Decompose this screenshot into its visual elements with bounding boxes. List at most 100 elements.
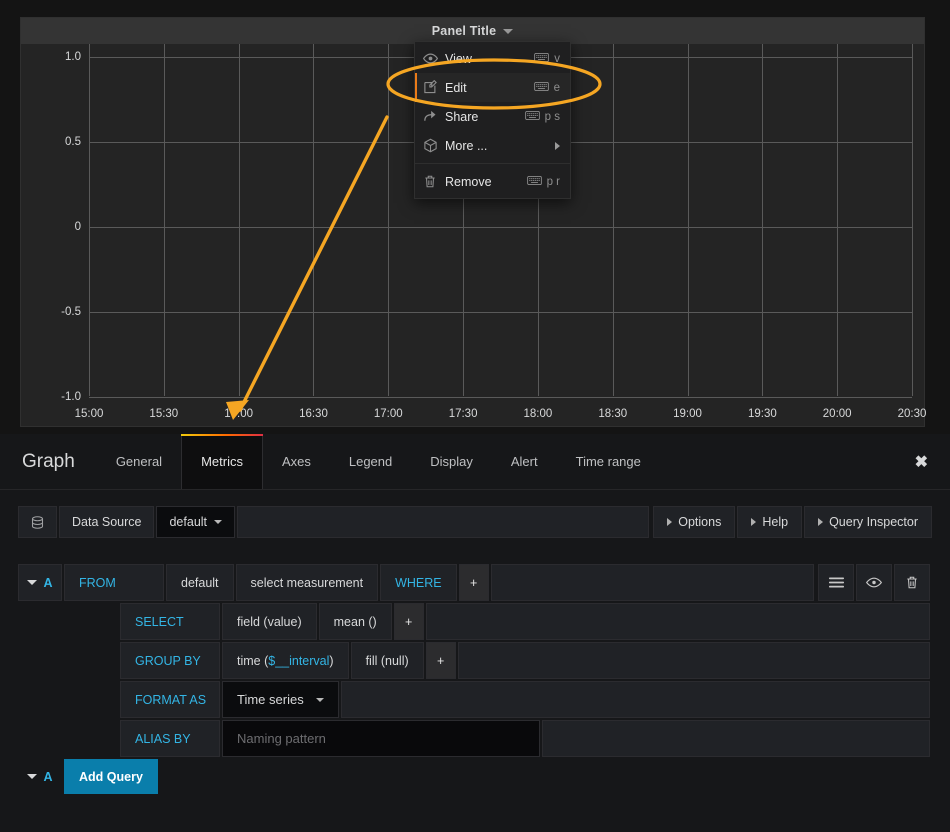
- x-tick: 19:00: [673, 408, 702, 420]
- query-inspector-button[interactable]: Query Inspector: [804, 506, 932, 538]
- trash-icon: [423, 174, 445, 189]
- panel-title-menu-trigger[interactable]: Panel Title: [432, 24, 514, 38]
- eye-icon[interactable]: [856, 564, 892, 601]
- menu-item-edit[interactable]: Edit e: [415, 73, 570, 102]
- where-label[interactable]: WHERE: [380, 564, 457, 601]
- tab-metrics[interactable]: Metrics: [181, 434, 263, 489]
- options-button[interactable]: Options: [653, 506, 736, 538]
- y-tick: -0.5: [61, 306, 81, 318]
- x-tick: 15:30: [149, 408, 179, 420]
- chevron-down-icon: [27, 580, 38, 585]
- menu-item-shortcut: v: [534, 52, 560, 66]
- menu-item-label: Share: [445, 109, 479, 124]
- select-label: SELECT: [120, 603, 220, 640]
- tab-axes[interactable]: Axes: [263, 434, 330, 489]
- group-by-fill[interactable]: fill (null): [350, 642, 424, 679]
- menu-item-shortcut: p s: [524, 110, 560, 124]
- x-axis: 15:00 15:30 16:00 16:30 17:00 17:30 18:0…: [75, 396, 927, 426]
- y-tick: -1.0: [61, 391, 81, 403]
- row-indent: [18, 681, 118, 718]
- y-tick: 0: [74, 221, 81, 233]
- database-icon: [18, 506, 57, 538]
- select-field[interactable]: field (value): [222, 603, 317, 640]
- hamburger-icon[interactable]: [818, 564, 854, 601]
- group-by-time-suffix: ): [329, 653, 334, 668]
- menu-item-shortcut: e: [533, 81, 560, 95]
- panel-context-menu: View v Edit e Share p s More ... Remove …: [414, 41, 571, 199]
- alias-by-row-filler: [542, 720, 930, 757]
- group-by-interval-variable: $__interval: [268, 653, 330, 668]
- keyboard-icon: [526, 175, 542, 189]
- datasource-value: default: [169, 515, 208, 529]
- datasource-row: Data Source default Options Help Query I…: [0, 490, 950, 538]
- from-label: FROM: [64, 564, 164, 601]
- select-function[interactable]: mean (): [318, 603, 392, 640]
- x-tick: 16:30: [299, 408, 328, 420]
- edit-icon: [423, 80, 445, 95]
- menu-item-remove[interactable]: Remove p r: [415, 167, 570, 196]
- query-collapse-toggle[interactable]: A: [18, 564, 62, 601]
- close-editor-button[interactable]: ✖: [893, 434, 950, 489]
- eye-icon: [423, 51, 445, 66]
- add-query-row: A Add Query: [18, 759, 932, 794]
- group-by-row-filler: [457, 642, 930, 679]
- add-group-by-button[interactable]: +: [425, 642, 456, 679]
- menu-item-label: Remove: [445, 174, 492, 189]
- y-tick: 1.0: [65, 51, 81, 63]
- menu-item-label: More ...: [445, 138, 488, 153]
- menu-item-view[interactable]: View v: [415, 44, 570, 73]
- add-select-button[interactable]: +: [393, 603, 424, 640]
- row-indent: [18, 720, 118, 757]
- group-by-label: GROUP BY: [120, 642, 220, 679]
- chevron-right-icon: [818, 518, 824, 526]
- options-label: Options: [678, 515, 722, 529]
- query-ref-id: A: [43, 575, 53, 590]
- format-as-select[interactable]: Time series: [222, 681, 339, 718]
- chevron-down-icon: [214, 520, 223, 524]
- alias-by-label: ALIAS BY: [120, 720, 220, 757]
- select-row-filler: [425, 603, 930, 640]
- menu-item-shortcut: p r: [526, 175, 560, 189]
- keyboard-icon: [524, 110, 540, 124]
- trash-icon[interactable]: [894, 564, 930, 601]
- cube-icon: [423, 138, 445, 153]
- menu-item-label: View: [445, 51, 472, 66]
- menu-item-more[interactable]: More ...: [415, 131, 570, 160]
- add-where-button[interactable]: +: [458, 564, 489, 601]
- tab-legend[interactable]: Legend: [330, 434, 411, 489]
- tab-alert[interactable]: Alert: [492, 434, 557, 489]
- shortcut-key: v: [554, 52, 560, 65]
- datasource-label: Data Source: [59, 506, 155, 538]
- x-tick: 16:00: [224, 408, 254, 420]
- add-query-collapse-toggle[interactable]: A: [18, 759, 62, 794]
- group-by-time[interactable]: time ($__interval): [222, 642, 349, 679]
- shortcut-key: e: [553, 81, 560, 94]
- menu-divider: [415, 163, 570, 164]
- help-button[interactable]: Help: [737, 506, 803, 538]
- y-axis: 1.0 0.5 0 -0.5 -1.0: [29, 44, 81, 426]
- chevron-right-icon: [667, 518, 673, 526]
- help-label: Help: [762, 515, 789, 529]
- row-indent: [18, 642, 118, 679]
- alias-by-input[interactable]: Naming pattern: [222, 720, 540, 757]
- keyboard-icon: [533, 81, 549, 95]
- query-inspector-label: Query Inspector: [829, 515, 918, 529]
- tab-general[interactable]: General: [97, 434, 181, 489]
- from-policy[interactable]: default: [166, 564, 234, 601]
- x-tick: 18:00: [523, 408, 553, 420]
- from-measurement[interactable]: select measurement: [235, 564, 379, 601]
- tab-time-range[interactable]: Time range: [557, 434, 660, 489]
- datasource-picker: Data Source default: [18, 506, 237, 538]
- datasource-select[interactable]: default: [156, 506, 236, 538]
- shortcut-key: p r: [546, 175, 560, 188]
- x-tick: 19:30: [747, 408, 777, 420]
- tab-display[interactable]: Display: [411, 434, 492, 489]
- chevron-right-icon: [751, 518, 757, 526]
- chevron-down-icon: [315, 697, 324, 702]
- x-tick: 18:30: [598, 408, 628, 420]
- group-by-time-prefix: time (: [237, 653, 269, 668]
- grafana-screen: Panel Title 1.0 0.5 0 -0.5 -1.0 15:00 15…: [0, 0, 950, 832]
- add-query-button[interactable]: Add Query: [64, 759, 158, 794]
- shortcut-key: p s: [544, 110, 560, 123]
- menu-item-share[interactable]: Share p s: [415, 102, 570, 131]
